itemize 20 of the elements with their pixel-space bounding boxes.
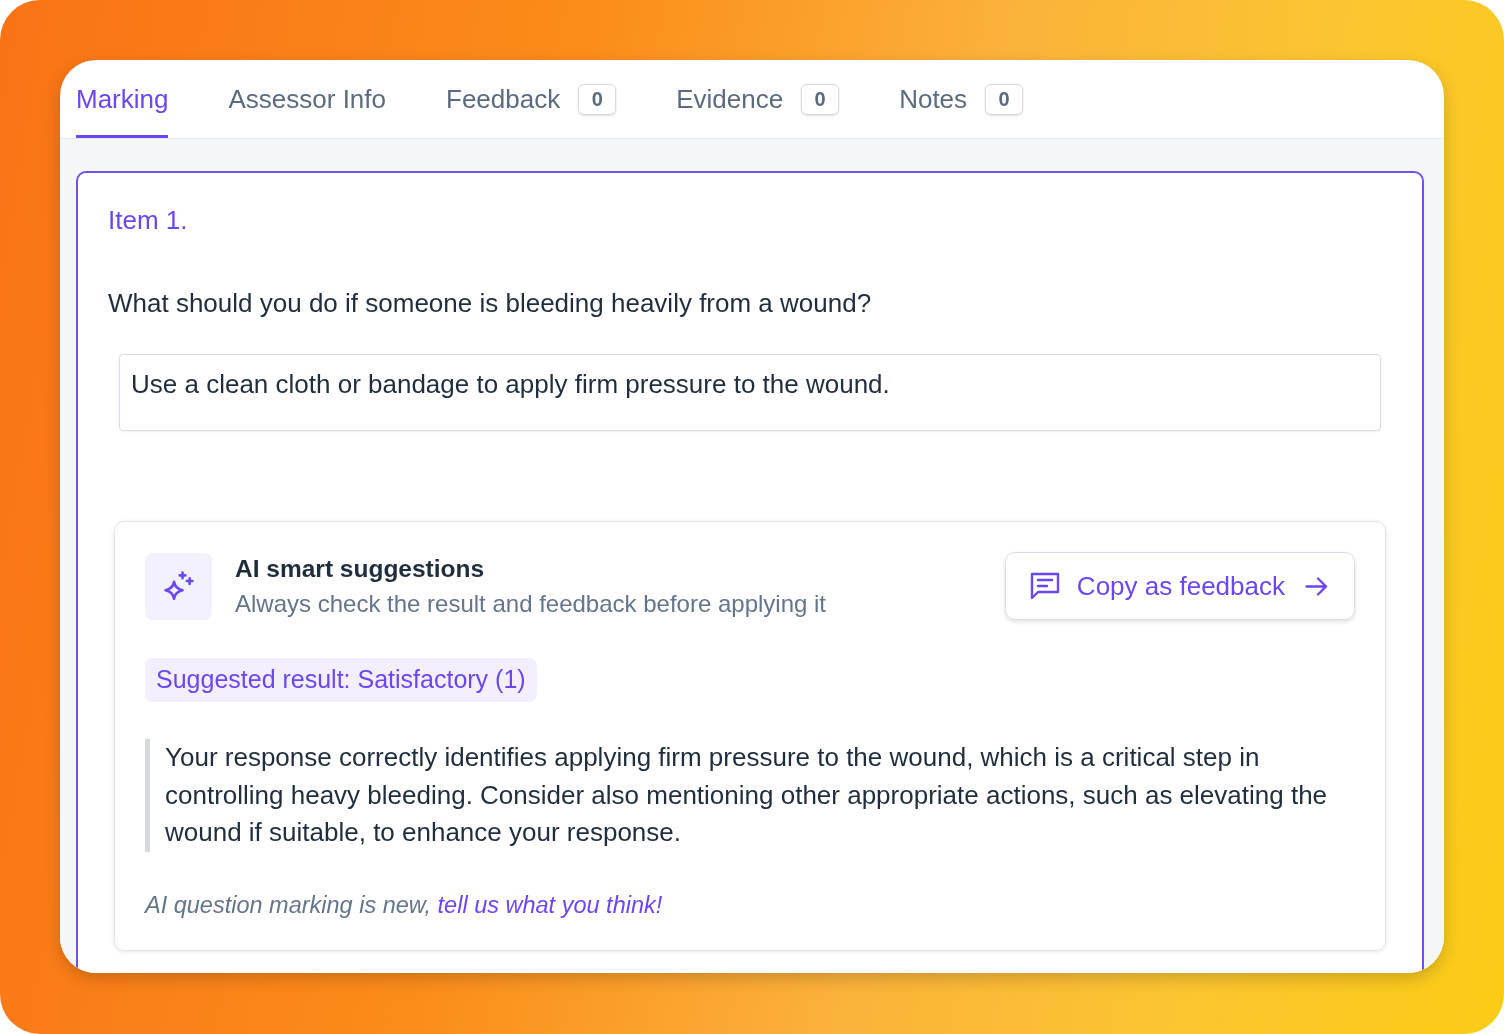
sparkle-icon — [145, 552, 212, 620]
suggestions-title: AI smart suggestions — [235, 554, 485, 584]
question-text: What should you do if someone is bleeding heavily from a wound? — [108, 287, 872, 319]
tab[interactable]: Assessor Info — [228, 60, 386, 138]
answer-box: Use a clean cloth or bandage to apply firm pressure to the wound. — [119, 354, 1381, 431]
chat-icon — [1029, 572, 1060, 600]
copy-as-feedback-button[interactable]: Copy as feedback — [1004, 552, 1355, 620]
count-badge: 0 — [578, 83, 617, 115]
tab[interactable]: Feedback 0 — [446, 60, 617, 138]
tab[interactable]: Notes 0 — [899, 60, 1024, 138]
arrow-right-icon — [1305, 576, 1328, 596]
suggested-result-badge: Suggested result: Satisfactory (1) — [145, 658, 537, 702]
count-badge: 0 — [801, 83, 840, 115]
feedback-link[interactable]: tell us what you think! — [437, 891, 663, 918]
feedback-text: Your response correctly identifies applying firm pressure to the wound, which is a critical step in controlling heavy bleeding. Consider also mentioning other appropriate actions, such as elevating the wound if suitable, to enhance your response. — [165, 741, 1329, 849]
tab[interactable]: Evidence 0 — [676, 60, 840, 138]
item-title: Item 1. — [108, 204, 188, 236]
count-badge: 0 — [985, 83, 1024, 115]
feedback-note: AI question marking is new, tell us what you think! — [145, 890, 663, 920]
suggestions-subtitle: Always check the result and feedback before applying it — [235, 589, 826, 619]
